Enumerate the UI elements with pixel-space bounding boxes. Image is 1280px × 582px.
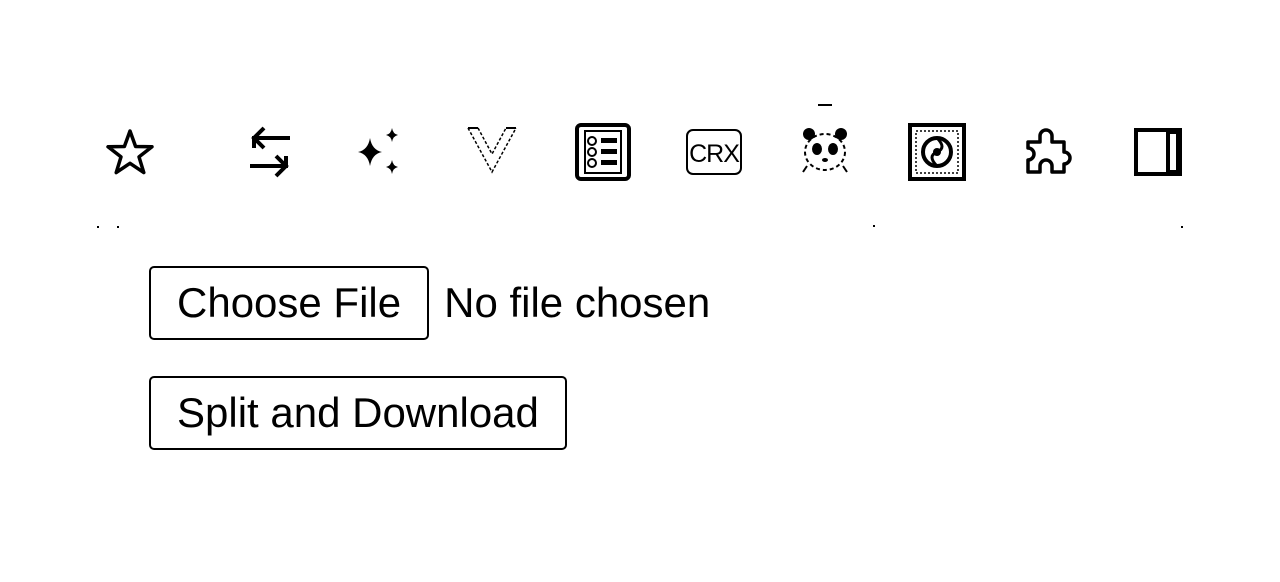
toolbar-divider-dot [117, 226, 119, 228]
circular-logo-extension-icon[interactable] [907, 122, 967, 182]
choose-file-button[interactable]: Choose File [149, 266, 430, 340]
toolbar-divider-dot [873, 225, 875, 227]
crx-label: CRX [689, 140, 740, 168]
sparkles-icon[interactable] [350, 122, 410, 182]
panda-extension-icon[interactable] [795, 122, 855, 182]
split-and-download-button[interactable]: Split and Download [149, 376, 567, 450]
browser-toolbar: CRX [0, 0, 1280, 230]
toolbar-divider-dot [1181, 226, 1183, 228]
vue-devtools-icon[interactable] [462, 122, 522, 182]
bookmark-star-icon[interactable] [100, 122, 160, 182]
side-panel-icon[interactable] [1128, 122, 1188, 182]
crx-extension-icon[interactable]: CRX [684, 122, 744, 182]
file-input: Choose File No file chosen [149, 266, 710, 340]
file-status-text: No file chosen [444, 279, 711, 326]
page-content: Choose File No file chosen Split and Dow… [149, 266, 710, 450]
sync-arrows-icon[interactable] [240, 122, 300, 182]
extensions-puzzle-icon[interactable] [1018, 122, 1078, 182]
panda-badge-mark [818, 104, 832, 106]
toolbar-divider-dot [97, 226, 99, 228]
form-list-extension-icon[interactable] [573, 122, 633, 182]
